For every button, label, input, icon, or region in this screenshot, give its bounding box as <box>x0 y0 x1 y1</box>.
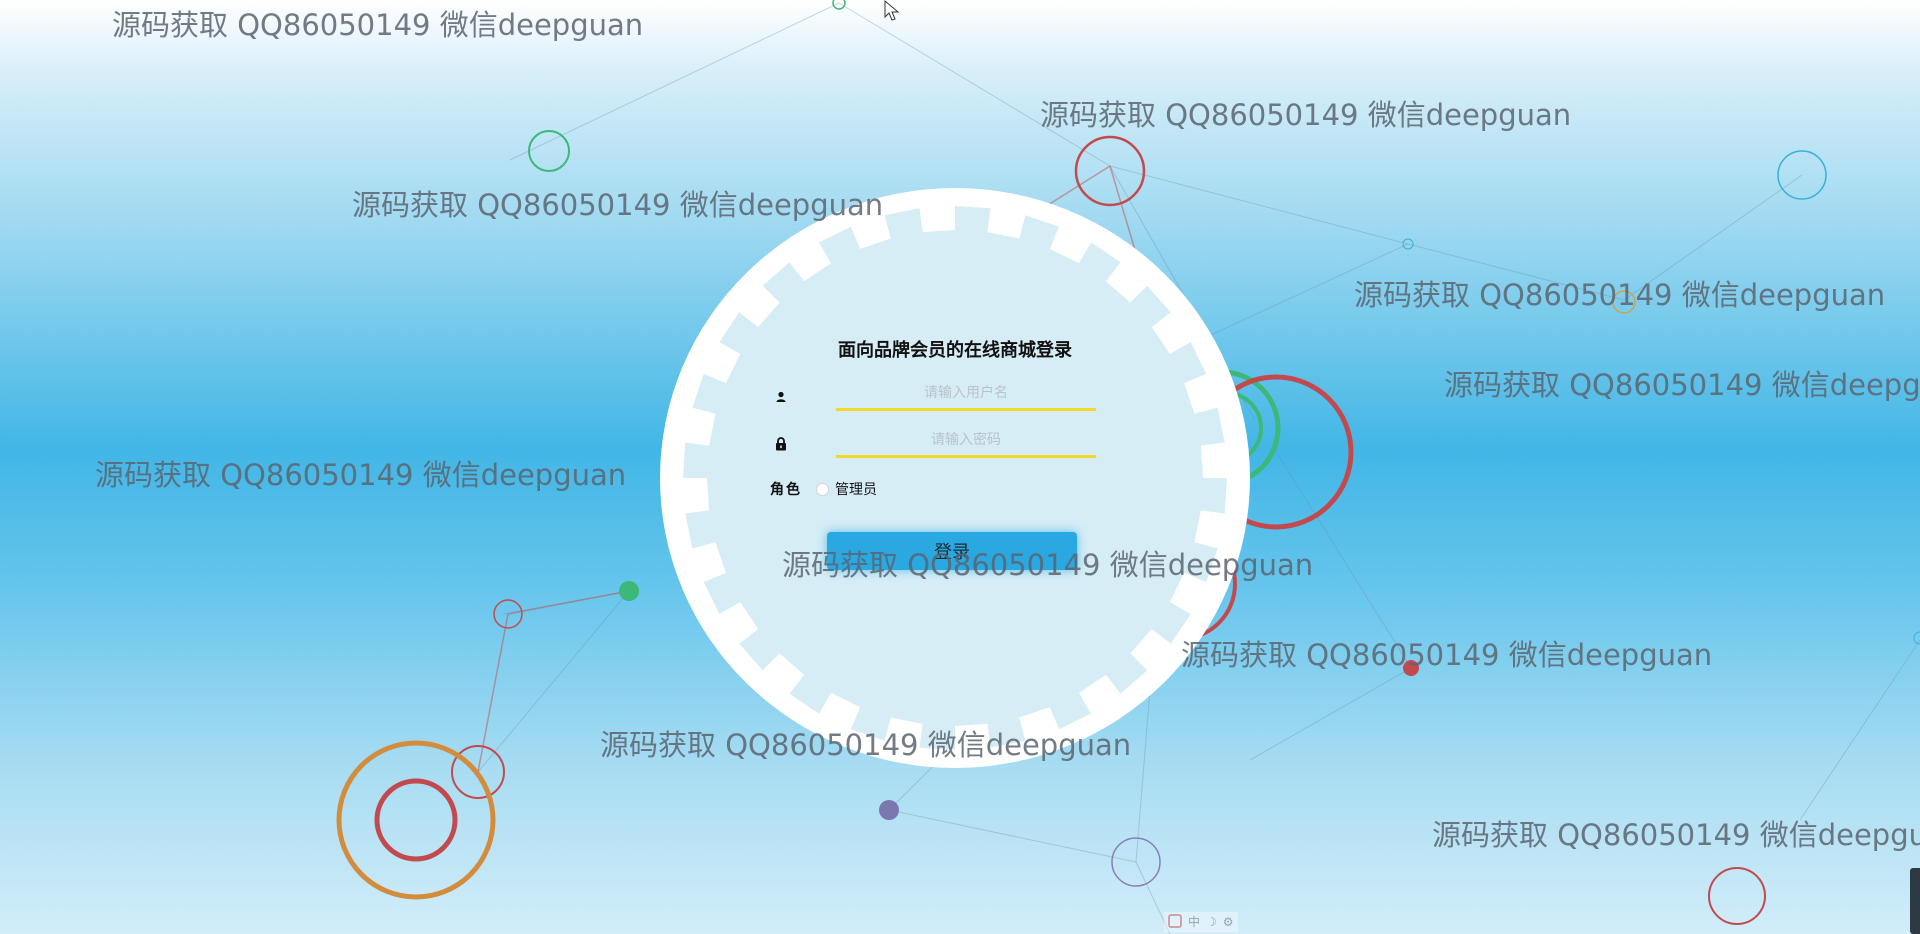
mouse-cursor-icon <box>884 0 900 26</box>
password-input[interactable] <box>836 425 1096 458</box>
lock-icon <box>770 433 792 455</box>
role-label: 角色 <box>770 482 802 498</box>
role-option-admin[interactable]: 管理员 <box>835 479 877 499</box>
ime-toolbar: 中 ☽ ⚙ <box>1164 912 1238 932</box>
login-title: 面向品牌会员的在线商城登录 <box>838 340 1072 361</box>
username-row <box>770 378 1170 412</box>
ime-settings-icon[interactable]: ⚙ <box>1223 912 1234 932</box>
role-row: 角色 管理员 <box>770 478 877 500</box>
ime-chinese-mode[interactable]: 中 <box>1188 912 1200 932</box>
password-row <box>770 425 1170 459</box>
gear-decoration <box>683 206 1227 750</box>
login-button[interactable]: 登录 <box>827 532 1077 570</box>
ime-logo-icon <box>1168 913 1182 932</box>
side-panel-handle[interactable] <box>1910 868 1920 934</box>
login-panel: 面向品牌会员的在线商城登录 角色 管理员 登录 <box>660 188 1250 768</box>
username-input[interactable] <box>836 378 1096 411</box>
role-radio-admin[interactable] <box>816 482 829 496</box>
user-icon <box>770 386 792 408</box>
ime-moon-icon[interactable]: ☽ <box>1206 912 1217 932</box>
